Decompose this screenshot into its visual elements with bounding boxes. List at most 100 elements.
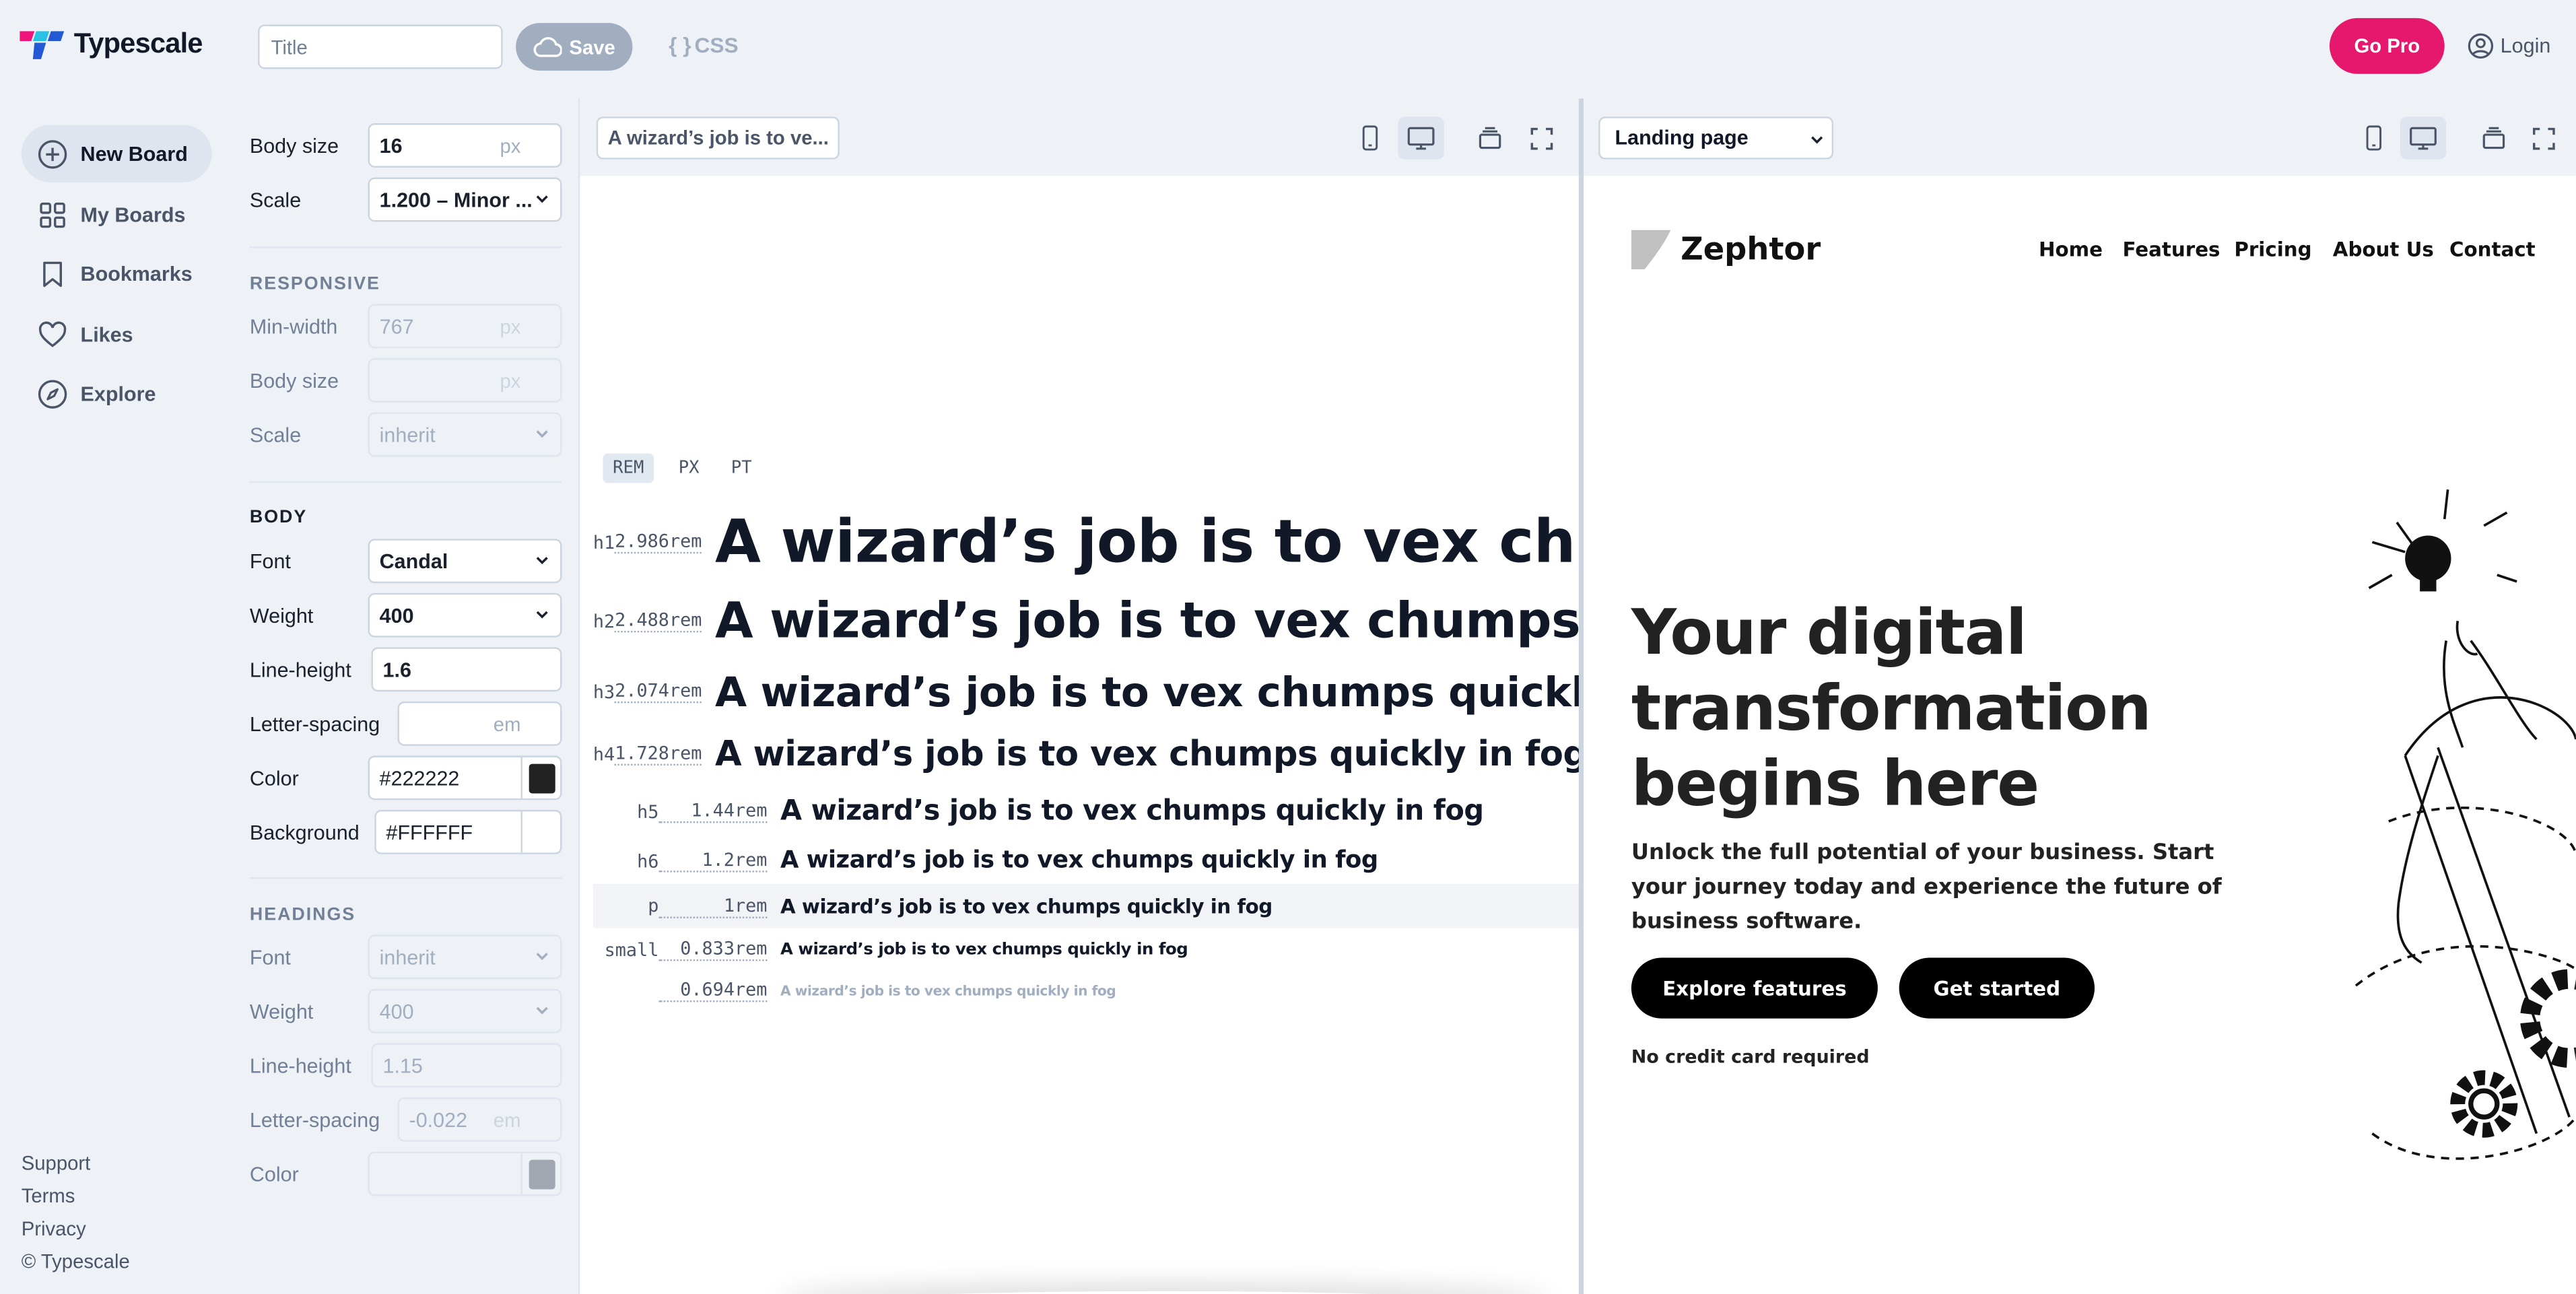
save-button[interactable]: Save — [516, 23, 633, 71]
scale-value: 1.200 – Minor ... — [379, 188, 533, 211]
background-color-input[interactable]: #FFFFFF — [374, 809, 562, 854]
title-input[interactable] — [258, 24, 503, 69]
landing-nav-home[interactable]: Home — [2039, 238, 2103, 261]
row-tag: h3 — [592, 681, 615, 703]
compass-icon — [38, 379, 67, 408]
unit-tab-rem[interactable]: REM — [603, 453, 654, 483]
headings-weight-select[interactable]: 400 — [368, 988, 562, 1033]
background-color-swatch[interactable] — [520, 811, 560, 853]
landing-nav-features[interactable]: Features — [2122, 238, 2220, 261]
scale-row-h2: h2 2.488rem A wizard’s job is to vex chu… — [593, 591, 1580, 650]
row-tag: p — [648, 895, 659, 917]
stack-view-button[interactable] — [2471, 116, 2517, 159]
layers-icon — [1479, 127, 1501, 149]
divider — [249, 246, 562, 248]
body-size-input[interactable]: 16 px — [368, 123, 562, 168]
explore-features-button[interactable]: Explore features — [1631, 957, 1878, 1019]
body-weight-select[interactable]: 400 — [368, 592, 562, 638]
mobile-icon — [1362, 125, 1378, 151]
body-letter-spacing-label: Letter-spacing — [249, 712, 380, 737]
row-tag: h1 — [592, 531, 615, 553]
headings-font-value: inherit — [379, 945, 436, 969]
row-sample: A wizard’s job is to vex chumps quickly … — [780, 982, 1116, 999]
headings-font-label: Font — [249, 946, 291, 969]
responsive-scale-select[interactable]: inherit — [368, 412, 562, 457]
row-value: 2.488rem — [615, 609, 702, 633]
body-font-select[interactable]: Candal — [368, 539, 562, 584]
top-bar: Typescale Save { } CSS Go Pro Login — [0, 0, 2576, 96]
braces-icon: { } — [669, 32, 691, 58]
footer-terms-link[interactable]: Terms — [22, 1184, 75, 1207]
sidebar-item-bookmarks[interactable]: Bookmarks — [22, 245, 212, 302]
fullscreen-button[interactable] — [2520, 116, 2566, 159]
body-letter-spacing-unit: em — [493, 712, 521, 735]
headings-weight-label: Weight — [249, 1000, 314, 1024]
row-value: 1rem — [658, 895, 768, 918]
body-color-swatch[interactable] — [520, 757, 560, 798]
landing-brand[interactable]: Zephtor — [1631, 230, 1821, 270]
scale-select[interactable]: 1.200 – Minor ... — [368, 177, 562, 222]
preview-toolbar: A wizard’s job is to ve... — [580, 98, 1581, 176]
scale-row-p: p 1rem A wizard’s job is to vex chumps q… — [592, 883, 1581, 928]
responsive-body-size-input[interactable]: px — [368, 357, 562, 403]
unit-tab-px[interactable]: PX — [669, 453, 709, 483]
chevron-down-icon — [1811, 136, 1823, 144]
login-button[interactable]: Login — [2468, 33, 2550, 59]
footer-support-link[interactable]: Support — [22, 1151, 91, 1174]
scale-row-h1: h1 2.986rem A wizard’s job is to vex chu… — [592, 508, 1580, 576]
landing-nav-contact[interactable]: Contact — [2449, 238, 2536, 261]
template-select[interactable]: Landing page — [1598, 116, 1834, 160]
headings-letter-spacing-label: Letter-spacing — [249, 1109, 380, 1132]
chevron-down-icon — [536, 953, 548, 961]
mobile-view-button[interactable] — [1347, 116, 1393, 159]
headings-letter-spacing-input[interactable]: -0.022 em — [397, 1097, 562, 1142]
body-line-height-input[interactable]: 1.6 — [371, 647, 562, 692]
headings-line-height-value: 1.15 — [382, 1054, 423, 1077]
get-started-button[interactable]: Get started — [1899, 957, 2095, 1019]
footer-privacy-link[interactable]: Privacy — [22, 1217, 86, 1240]
headings-color-input[interactable] — [368, 1151, 562, 1196]
scale-row-h5: h5 1.44rem A wizard’s job is to vex chum… — [593, 792, 1580, 831]
sidebar-item-new-board[interactable]: New Board — [21, 125, 212, 182]
mobile-icon — [2366, 125, 2382, 151]
headings-line-height-input[interactable]: 1.15 — [371, 1043, 562, 1088]
body-letter-spacing-input[interactable]: em — [397, 701, 562, 746]
logo[interactable]: Typescale — [20, 28, 203, 61]
sidebar-item-explore[interactable]: Explore — [22, 365, 212, 422]
app-root: Typescale Save { } CSS Go Pro Login New … — [0, 0, 2576, 1294]
type-scale-preview: A wizard’s job is to ve... REM PX PT h1 … — [578, 98, 1581, 1294]
chevron-down-icon — [536, 557, 548, 565]
background-color-value: #FFFFFF — [386, 820, 473, 844]
min-width-label: Min-width — [249, 315, 338, 339]
stack-view-button[interactable] — [1467, 116, 1513, 159]
pane-splitter[interactable] — [1578, 98, 1584, 1294]
css-button[interactable]: { } CSS — [669, 33, 739, 58]
chevron-down-icon — [536, 1007, 548, 1015]
landing-nav-about[interactable]: About Us — [2333, 238, 2434, 261]
sidebar-item-likes[interactable]: Likes — [22, 306, 212, 363]
scale-row-small: small 0.833rem A wizard’s job is to vex … — [593, 933, 1580, 966]
body-heading: BODY — [249, 507, 308, 528]
body-color-input[interactable]: #222222 — [368, 755, 562, 801]
row-value: 0.833rem — [658, 938, 768, 961]
desktop-view-button[interactable] — [2400, 116, 2447, 160]
min-width-placeholder: 767 — [379, 314, 414, 338]
row-sample: A wizard’s job is to vex chumps quickly … — [714, 734, 1581, 774]
unit-tab-pt[interactable]: PT — [721, 453, 761, 483]
headings-font-select[interactable]: inherit — [368, 934, 562, 980]
min-width-input[interactable]: 767 px — [368, 304, 562, 349]
desktop-view-button[interactable] — [1398, 116, 1444, 160]
fullscreen-button[interactable] — [1518, 116, 1564, 159]
sidebar-item-my-boards[interactable]: My Boards — [22, 186, 212, 243]
mobile-view-button[interactable] — [2351, 116, 2397, 159]
body-font-value: Candal — [379, 549, 448, 573]
user-circle-icon — [2468, 33, 2494, 59]
landing-nav-pricing[interactable]: Pricing — [2234, 238, 2311, 261]
body-font-label: Font — [249, 550, 291, 574]
sidebar-item-label: Bookmarks — [80, 262, 193, 285]
body-size-value: 16 — [379, 133, 403, 158]
go-pro-button[interactable]: Go Pro — [2329, 18, 2445, 74]
headings-color-swatch[interactable] — [520, 1153, 560, 1194]
typescale-logo-icon — [20, 31, 65, 59]
sample-text-input[interactable]: A wizard’s job is to ve... — [596, 116, 840, 160]
